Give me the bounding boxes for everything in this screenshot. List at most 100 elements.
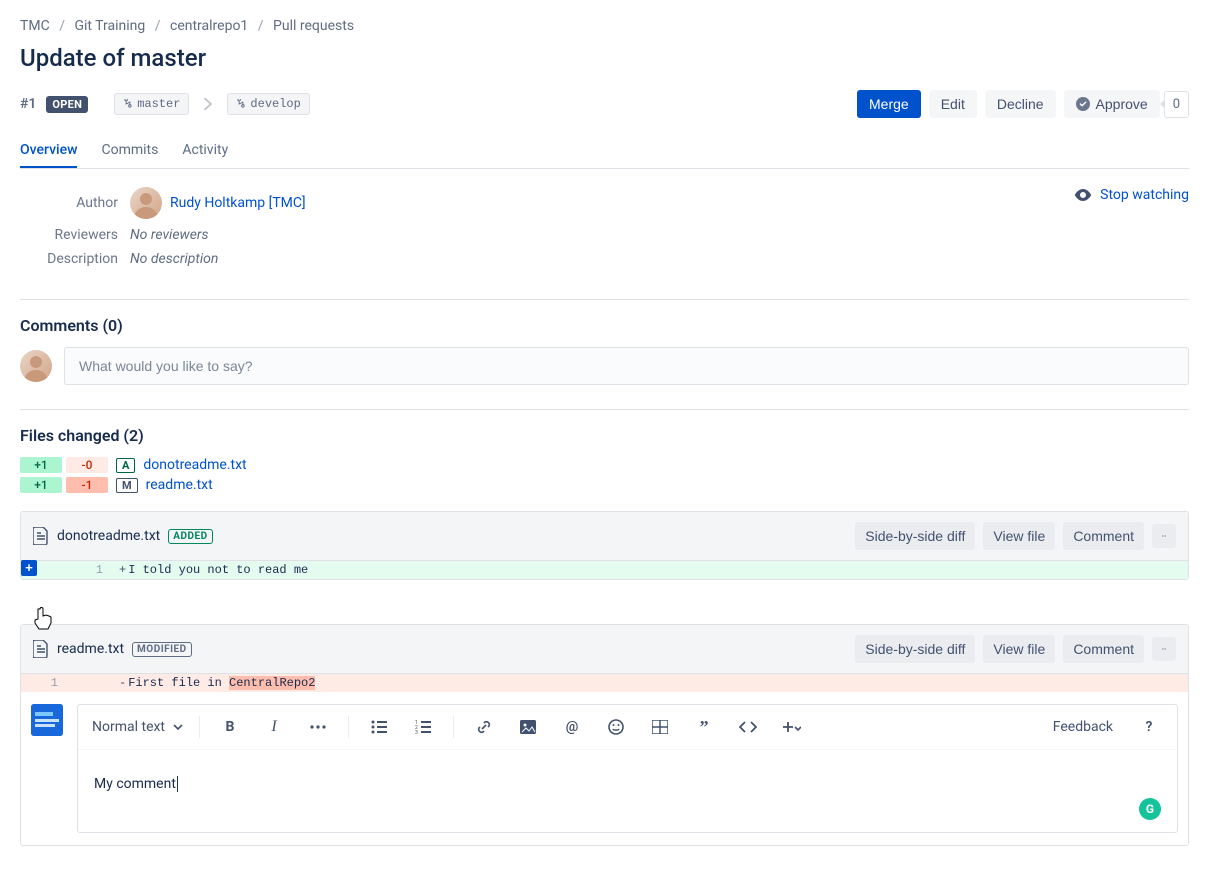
separator: [348, 716, 349, 738]
description-label: Description: [20, 251, 130, 267]
comment-input[interactable]: [64, 347, 1189, 385]
stop-watching-link[interactable]: Stop watching: [1074, 187, 1189, 203]
file-link[interactable]: readme.txt: [146, 477, 213, 493]
avatar: [20, 350, 52, 382]
breadcrumb-sep: /: [155, 18, 161, 34]
decline-button[interactable]: Decline: [985, 90, 1056, 118]
eye-icon: [1074, 188, 1092, 202]
pr-actions: Merge Edit Decline Approve 0: [857, 90, 1189, 118]
view-file-button[interactable]: View file: [983, 635, 1055, 663]
breadcrumb-item[interactable]: Git Training: [74, 18, 145, 34]
more-format-button[interactable]: [304, 713, 332, 741]
link-icon: [476, 719, 492, 735]
feedback-link[interactable]: Feedback: [1053, 719, 1113, 735]
approve-button[interactable]: Approve: [1064, 90, 1160, 118]
help-icon: ?: [1146, 719, 1153, 735]
files-changed-heading: Files changed (2): [20, 426, 1189, 445]
ellipsis-icon: [1162, 534, 1166, 538]
diff-filename: readme.txt: [57, 641, 124, 657]
bullet-list-icon: [371, 720, 387, 734]
target-branch[interactable]: develop: [227, 93, 309, 115]
diff-line-removed[interactable]: 1 -First file in CentralRepo2: [21, 674, 1188, 692]
lines-deleted: -0: [66, 457, 108, 473]
grammarly-icon[interactable]: G: [1139, 798, 1161, 820]
pr-id: #1: [20, 96, 36, 112]
table-button[interactable]: [646, 713, 674, 741]
branch-name: develop: [250, 97, 300, 111]
file-icon: [33, 527, 49, 545]
side-by-side-button[interactable]: Side-by-side diff: [855, 522, 975, 550]
source-branch[interactable]: master: [114, 93, 189, 115]
editor-textarea[interactable]: My comment G: [78, 750, 1177, 832]
editor-toolbar: Normal text B I 123 @ ”: [78, 705, 1177, 750]
branch-name: master: [137, 97, 180, 111]
line-number-old: 1: [21, 674, 66, 692]
breadcrumb-sep: /: [59, 18, 65, 34]
line-content: +I told you not to read me: [111, 561, 1188, 579]
tab-overview[interactable]: Overview: [20, 134, 77, 168]
line-number-new: 1: [66, 561, 111, 579]
author-label: Author: [20, 195, 130, 211]
plus-icon: [783, 720, 801, 734]
side-by-side-button[interactable]: Side-by-side diff: [855, 635, 975, 663]
arrow-right-icon: [199, 95, 217, 113]
file-status: A: [116, 458, 135, 473]
italic-icon: I: [271, 718, 276, 736]
number-list-button[interactable]: 123: [409, 713, 437, 741]
breadcrumb-item[interactable]: TMC: [20, 18, 50, 34]
edit-button[interactable]: Edit: [929, 90, 977, 118]
separator: [199, 716, 200, 738]
file-status: M: [116, 478, 138, 493]
editor-content: My comment: [94, 776, 178, 792]
ellipsis-icon: [310, 725, 326, 729]
bullet-list-button[interactable]: [365, 713, 393, 741]
more-button[interactable]: [1152, 637, 1176, 661]
diff-panel: donotreadme.txt ADDED Side-by-side diff …: [20, 511, 1189, 580]
author-link[interactable]: Rudy Holtkamp [TMC]: [170, 195, 306, 211]
diff-filename: donotreadme.txt: [57, 528, 160, 544]
avatar: [31, 704, 63, 736]
pr-meta: #1 OPEN master develop: [20, 93, 310, 115]
link-button[interactable]: [470, 713, 498, 741]
help-button[interactable]: ?: [1135, 713, 1163, 741]
mention-button[interactable]: @: [558, 713, 586, 741]
file-icon: [33, 640, 49, 658]
image-button[interactable]: [514, 713, 542, 741]
bold-button[interactable]: B: [216, 713, 244, 741]
quote-icon: ”: [700, 717, 709, 738]
lines-added: +1: [20, 477, 62, 493]
quote-button[interactable]: ”: [690, 713, 718, 741]
cursor-hand-icon: [32, 606, 54, 632]
add-comment-icon[interactable]: +: [21, 560, 37, 576]
file-added-badge: ADDED: [168, 529, 212, 544]
chevron-down-icon: [173, 724, 183, 730]
breadcrumb-item[interactable]: Pull requests: [273, 18, 354, 34]
lines-deleted: -1: [66, 477, 108, 493]
inline-comment-editor: Normal text B I 123 @ ”: [21, 692, 1188, 845]
image-icon: [520, 720, 536, 734]
number-list-icon: 123: [415, 720, 431, 734]
emoji-button[interactable]: [602, 713, 630, 741]
approve-count: 0: [1164, 91, 1189, 118]
text-style-dropdown[interactable]: Normal text: [92, 719, 183, 735]
tab-commits[interactable]: Commits: [101, 134, 158, 168]
reviewers-value: No reviewers: [130, 227, 209, 243]
merge-button[interactable]: Merge: [857, 90, 921, 118]
file-link[interactable]: donotreadme.txt: [143, 457, 246, 473]
code-button[interactable]: [734, 713, 762, 741]
breadcrumb-item[interactable]: centralrepo1: [170, 18, 248, 34]
diff-line-added[interactable]: + 1 +I told you not to read me: [21, 561, 1188, 579]
check-circle-icon: [1076, 97, 1090, 111]
italic-button[interactable]: I: [260, 713, 288, 741]
tab-activity[interactable]: Activity: [182, 134, 228, 168]
at-icon: @: [566, 719, 579, 735]
view-file-button[interactable]: View file: [983, 522, 1055, 550]
ellipsis-icon: [1162, 647, 1166, 651]
comment-button[interactable]: Comment: [1063, 522, 1144, 550]
more-button[interactable]: [1152, 524, 1176, 548]
insert-more-button[interactable]: [778, 713, 806, 741]
status-badge: OPEN: [46, 96, 88, 113]
diff-panel: readme.txt MODIFIED Side-by-side diff Vi…: [20, 624, 1189, 846]
table-icon: [652, 720, 668, 734]
comment-button[interactable]: Comment: [1063, 635, 1144, 663]
